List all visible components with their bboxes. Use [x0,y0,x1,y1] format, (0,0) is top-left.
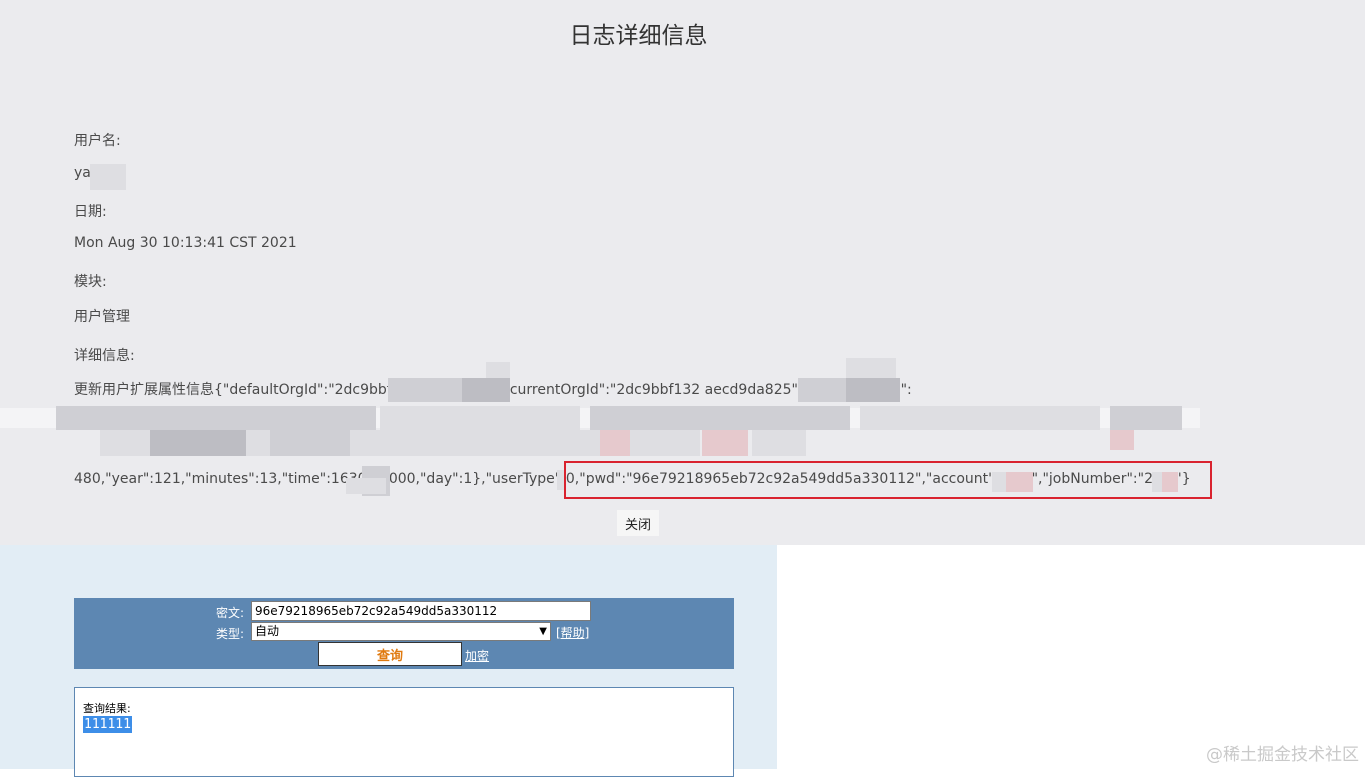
cipher-label: 密文: [216,606,245,620]
redaction-mosaic [600,430,630,456]
password-highlight-box [564,461,1212,499]
redaction-mosaic [752,430,806,456]
redaction-mosaic [346,478,386,494]
module-value: 用户管理 [74,309,130,325]
redaction-mosaic [380,406,580,430]
cipher-input[interactable] [251,601,591,621]
date-value: Mon Aug 30 10:13:41 CST 2021 [74,235,297,251]
encrypt-link[interactable]: 加密 [465,647,489,664]
watermark: @稀土掘金技术社区 [1206,745,1359,765]
redaction-mosaic [270,430,350,456]
result-box [74,687,734,777]
redaction-mosaic [90,164,126,190]
redaction-mosaic [56,406,376,430]
page-title: 日志详细信息 [569,23,708,49]
redaction-mosaic [860,406,1100,430]
redaction-mosaic [1110,430,1134,450]
redaction-mosaic [462,378,510,402]
query-button[interactable]: 查询 [318,642,462,666]
redaction-mosaic [846,378,900,402]
detail-label: 详细信息: [74,348,135,364]
redaction-mosaic [486,362,510,378]
redaction-mosaic [702,430,748,456]
type-select-value: 自动 [255,624,280,638]
username-value: ya [74,165,91,181]
username-label: 用户名: [74,133,121,149]
redaction-mosaic [630,430,700,456]
redaction-mosaic [846,358,896,378]
redaction-mosaic [590,406,850,430]
help-link[interactable]: [帮助] [556,624,589,641]
date-label: 日期: [74,204,107,220]
redaction-mosaic [1110,406,1182,430]
close-button[interactable]: 关闭 [617,510,659,536]
detail-line-3-part1: 480,"year":121,"minutes":13,"time":16302… [74,471,580,487]
result-label: 查询结果: [83,702,131,715]
redaction-mosaic [480,430,600,456]
redaction-mosaic [150,430,246,456]
type-label: 类型: [216,627,245,641]
module-label: 模块: [74,274,107,290]
type-select[interactable]: 自动 ▼ [251,622,551,641]
chevron-down-icon: ▼ [539,626,547,637]
result-value[interactable]: 111111 [83,716,132,733]
